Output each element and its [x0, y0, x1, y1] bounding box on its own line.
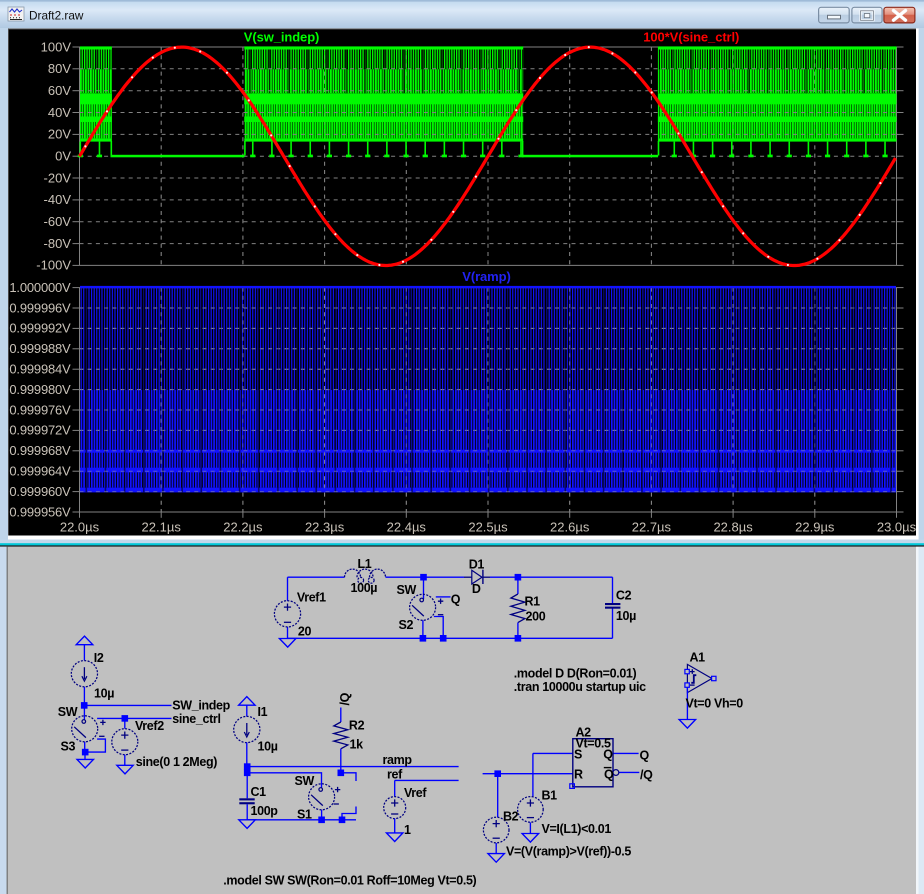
- svg-text:V=I(L1)<0.01: V=I(L1)<0.01: [542, 822, 612, 836]
- svg-text:D: D: [472, 582, 481, 596]
- svg-text:10µ: 10µ: [616, 609, 636, 623]
- svg-text:Vref: Vref: [404, 786, 427, 800]
- svg-text:22.3µs: 22.3µs: [305, 520, 345, 535]
- svg-text:-100V: -100V: [36, 258, 71, 273]
- svg-text:Draft2.raw: Draft2.raw: [29, 9, 84, 23]
- svg-text:0.999956V: 0.999956V: [9, 504, 71, 519]
- svg-text:0.999980V: 0.999980V: [9, 382, 71, 397]
- svg-text:100p: 100p: [251, 804, 279, 818]
- svg-text:-20V: -20V: [44, 170, 72, 185]
- svg-text:B1: B1: [542, 789, 558, 803]
- svg-text:22.0µs: 22.0µs: [60, 520, 100, 535]
- svg-text:23.0µs: 23.0µs: [877, 520, 917, 535]
- svg-text:Vt=0 Vh=0: Vt=0 Vh=0: [686, 697, 744, 711]
- svg-text:0V: 0V: [55, 149, 71, 164]
- svg-text:Q: Q: [451, 592, 461, 606]
- svg-text:Q: Q: [603, 747, 613, 761]
- svg-text:0.999996V: 0.999996V: [9, 300, 71, 315]
- svg-text:22.5µs: 22.5µs: [468, 520, 508, 535]
- svg-text:S3: S3: [61, 740, 76, 754]
- svg-text:ramp: ramp: [383, 753, 413, 767]
- svg-text:0.999964V: 0.999964V: [9, 464, 71, 479]
- svg-text:-80V: -80V: [44, 236, 72, 251]
- svg-text:60V: 60V: [48, 83, 71, 98]
- svg-text:V(ramp): V(ramp): [462, 269, 510, 284]
- svg-text:SW: SW: [58, 705, 78, 719]
- svg-text:C1: C1: [251, 785, 267, 799]
- svg-text:0.999988V: 0.999988V: [9, 341, 71, 356]
- svg-text:R1: R1: [525, 595, 541, 609]
- svg-text:S: S: [574, 747, 582, 761]
- svg-text:B2: B2: [503, 810, 519, 824]
- svg-text:ref: ref: [387, 768, 403, 782]
- svg-text:L1: L1: [358, 557, 372, 571]
- svg-text:22.7µs: 22.7µs: [632, 520, 672, 535]
- svg-text:0.999968V: 0.999968V: [9, 443, 71, 458]
- svg-text:C2: C2: [616, 589, 632, 603]
- svg-text:22.1µs: 22.1µs: [142, 520, 182, 535]
- svg-text:.model D D(Ron=0.01): .model D D(Ron=0.01): [514, 667, 637, 681]
- svg-text:22.4µs: 22.4µs: [387, 520, 427, 535]
- svg-text:1k: 1k: [350, 738, 364, 752]
- svg-text:100*V(sine_ctrl): 100*V(sine_ctrl): [643, 29, 739, 44]
- svg-text:0.999972V: 0.999972V: [9, 423, 71, 438]
- svg-text:A1: A1: [690, 651, 706, 665]
- svg-text:D1: D1: [469, 558, 485, 572]
- svg-text:100V: 100V: [41, 39, 72, 54]
- svg-text:.tran 10000u startup uic: .tran 10000u startup uic: [514, 680, 646, 694]
- svg-text:Vref2: Vref2: [135, 719, 164, 733]
- svg-text:sine_ctrl: sine_ctrl: [172, 712, 220, 726]
- svg-text:R2: R2: [349, 719, 365, 733]
- svg-text:I2: I2: [94, 651, 104, 665]
- svg-text:0.999992V: 0.999992V: [9, 321, 71, 336]
- svg-text:/Q: /Q: [338, 692, 352, 705]
- svg-text:80V: 80V: [48, 61, 71, 76]
- svg-text:sine(0 1 2Meg): sine(0 1 2Meg): [136, 755, 217, 769]
- svg-text:V(sw_indep): V(sw_indep): [244, 29, 319, 44]
- svg-text:SW: SW: [295, 774, 315, 788]
- svg-text:V=(V(ramp)>V(ref))-0.5: V=(V(ramp)>V(ref))-0.5: [506, 845, 631, 859]
- svg-text:200: 200: [526, 610, 546, 624]
- svg-text:Vref1: Vref1: [297, 591, 326, 605]
- svg-text:Q: Q: [640, 748, 650, 762]
- svg-text:10µ: 10µ: [258, 739, 278, 753]
- svg-text:10µ: 10µ: [94, 686, 114, 700]
- svg-text:Q: Q: [604, 768, 614, 782]
- svg-text:100µ: 100µ: [351, 581, 378, 595]
- svg-text:SW: SW: [397, 583, 417, 597]
- svg-text:0.999976V: 0.999976V: [9, 402, 71, 417]
- svg-text:S1: S1: [297, 808, 312, 822]
- svg-text:S2: S2: [399, 618, 414, 632]
- svg-text:1: 1: [404, 823, 411, 837]
- svg-text:22.8µs: 22.8µs: [713, 520, 753, 535]
- svg-text:20: 20: [298, 625, 312, 639]
- svg-text:-60V: -60V: [44, 214, 72, 229]
- svg-text:22.2µs: 22.2µs: [223, 520, 263, 535]
- svg-text:SW_indep: SW_indep: [172, 698, 230, 712]
- svg-text:.model SW SW(Ron=0.01 Roff=10M: .model SW SW(Ron=0.01 Roff=10Meg Vt=0.5): [223, 874, 476, 888]
- svg-text:22.6µs: 22.6µs: [550, 520, 590, 535]
- svg-text:/Q: /Q: [640, 768, 653, 782]
- svg-text:-40V: -40V: [44, 192, 72, 207]
- svg-text:1.000000V: 1.000000V: [9, 280, 71, 295]
- svg-text:40V: 40V: [48, 105, 71, 120]
- svg-text:R: R: [574, 768, 583, 782]
- svg-text:22.9µs: 22.9µs: [795, 520, 835, 535]
- svg-text:20V: 20V: [48, 127, 71, 142]
- svg-text:0.999960V: 0.999960V: [9, 484, 71, 499]
- svg-text:I1: I1: [258, 705, 268, 719]
- svg-text:0.999984V: 0.999984V: [9, 362, 71, 377]
